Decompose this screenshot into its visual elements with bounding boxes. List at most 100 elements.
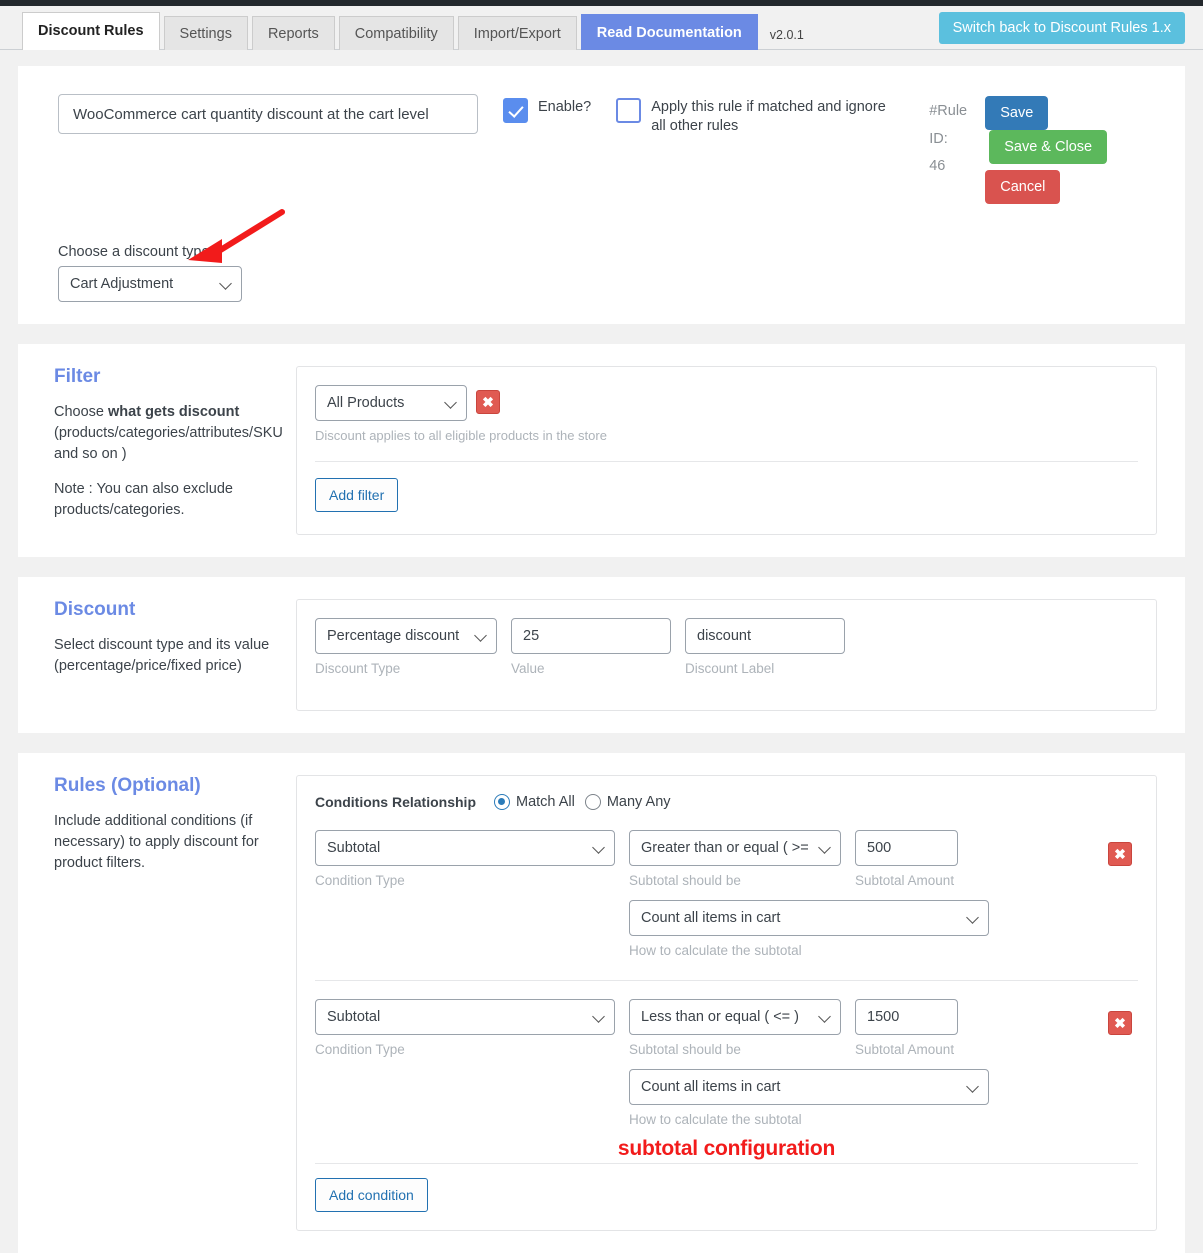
- rules-description: Include additional conditions (if necess…: [54, 813, 259, 872]
- discount-label-field: Discount Label: [685, 618, 845, 676]
- condition-calc-select-wrap[interactable]: Count all items in cart: [629, 1069, 989, 1106]
- condition-amount-field: Subtotal Amount: [855, 999, 958, 1057]
- remove-filter-icon[interactable]: ✖: [476, 390, 500, 414]
- discount-value-type-select[interactable]: Percentage discount: [315, 618, 497, 655]
- exclusive-checkbox[interactable]: [616, 98, 642, 123]
- filter-desc-bold: what gets discount: [108, 404, 240, 420]
- enable-checkbox-group[interactable]: Enable?: [503, 98, 591, 123]
- rule-id-value: 46: [929, 158, 946, 175]
- discount-label-sublabel: Discount Label: [685, 661, 775, 677]
- tab-import-export[interactable]: Import/Export: [457, 16, 577, 50]
- exclusive-checkbox-group[interactable]: Apply this rule if matched and ignore al…: [616, 98, 901, 136]
- condition-top-row: Subtotal Condition Type Less than or equ…: [315, 999, 1138, 1057]
- condition-type-select-wrap[interactable]: Subtotal: [315, 999, 615, 1036]
- condition-operator-sublabel: Subtotal should be: [629, 873, 741, 889]
- discount-section: Discount Select discount type and its va…: [36, 599, 1167, 712]
- discount-type-block: Choose a discount type Cart Adjustment: [58, 209, 1167, 302]
- filter-desc-post: (products/categories/attributes/SKU and …: [54, 425, 283, 463]
- radio-match-all-icon[interactable]: [494, 794, 510, 811]
- condition-operator-select-wrap[interactable]: Less than or equal ( <= ): [629, 999, 841, 1036]
- remove-condition-icon[interactable]: ✖: [1108, 1011, 1132, 1036]
- save-and-close-button[interactable]: Save & Close: [989, 130, 1108, 164]
- discount-title: Discount: [54, 599, 136, 621]
- condition-divider: [315, 980, 1138, 982]
- rule-header-card: Enable? Apply this rule if matched and i…: [18, 66, 1185, 324]
- rule-id-block: #Rule ID: 46: [929, 98, 985, 181]
- condition-type-field: Subtotal Condition Type: [315, 999, 615, 1057]
- discount-type-select-wrap[interactable]: Cart Adjustment: [58, 266, 242, 302]
- filter-select[interactable]: All Products: [315, 385, 467, 421]
- tab-label: Compatibility: [354, 26, 438, 42]
- enable-label: Enable?: [538, 99, 592, 115]
- cancel-button[interactable]: Cancel: [985, 170, 1061, 204]
- condition-calc-sublabel: How to calculate the subtotal: [629, 943, 802, 959]
- condition-amount-input[interactable]: [855, 830, 958, 867]
- condition-operator-field: Less than or equal ( <= ) Subtotal shoul…: [629, 999, 841, 1057]
- filter-description: Choose what gets discount (products/cate…: [54, 402, 283, 465]
- condition-type-select[interactable]: Subtotal: [315, 999, 615, 1036]
- filter-info: Filter Choose what gets discount (produc…: [36, 366, 283, 535]
- discount-row: Percentage discount Discount Type Value …: [315, 618, 1138, 676]
- radio-match-all[interactable]: Match All: [494, 794, 575, 811]
- condition-calc-select[interactable]: Count all items in cart: [629, 1069, 989, 1106]
- condition-calc-field: Count all items in cart How to calculate…: [629, 900, 1138, 958]
- tab-read-documentation[interactable]: Read Documentation: [580, 14, 758, 50]
- rules-title: Rules (Optional): [54, 775, 201, 797]
- switch-back-button[interactable]: Switch back to Discount Rules 1.x: [938, 12, 1185, 44]
- rules-card: Rules (Optional) Include additional cond…: [18, 753, 1185, 1253]
- condition-amount-sublabel: Subtotal Amount: [855, 1042, 955, 1058]
- tab-compatibility[interactable]: Compatibility: [338, 16, 454, 50]
- condition-amount-field: Subtotal Amount: [855, 830, 958, 888]
- rule-id-label: #Rule ID:: [929, 103, 968, 147]
- condition-operator-select[interactable]: Less than or equal ( <= ): [629, 999, 841, 1036]
- discount-card: Discount Select discount type and its va…: [18, 577, 1185, 734]
- condition-calc-field: Count all items in cart How to calculate…: [629, 1069, 1138, 1127]
- condition-calc-select-wrap[interactable]: Count all items in cart: [629, 900, 989, 937]
- condition-type-select-wrap[interactable]: Subtotal: [315, 830, 615, 867]
- filter-card: Filter Choose what gets discount (produc…: [18, 344, 1185, 558]
- condition-type-select[interactable]: Subtotal: [315, 830, 615, 867]
- discount-label-input[interactable]: [685, 618, 845, 655]
- condition-operator-select-wrap[interactable]: Greater than or equal ( >= ): [629, 830, 841, 867]
- filter-select-wrap[interactable]: All Products: [315, 385, 467, 421]
- rules-info: Rules (Optional) Include additional cond…: [36, 775, 276, 1231]
- tab-label: Discount Rules: [38, 23, 144, 39]
- tab-label: Settings: [179, 26, 232, 42]
- filter-desc-pre: Choose: [54, 404, 109, 420]
- filter-title: Filter: [54, 366, 101, 387]
- save-button[interactable]: Save: [985, 96, 1049, 130]
- condition-row: Subtotal Condition Type Less than or equ…: [315, 999, 1138, 1127]
- discount-description: Select discount type and its value (perc…: [54, 637, 270, 675]
- tab-reports[interactable]: Reports: [251, 16, 335, 50]
- radio-many-any-label: Many Any: [606, 794, 671, 811]
- version-text: v2.0.1: [769, 28, 804, 42]
- condition-row: Subtotal Condition Type Greater than or …: [315, 830, 1138, 958]
- tab-settings[interactable]: Settings: [163, 16, 248, 50]
- condition-operator-sublabel: Subtotal should be: [629, 1042, 741, 1058]
- discount-type-sublabel: Discount Type: [315, 661, 401, 677]
- condition-calc-select[interactable]: Count all items in cart: [629, 900, 989, 937]
- radio-many-any-icon[interactable]: [584, 794, 601, 811]
- add-filter-button[interactable]: Add filter: [315, 478, 399, 512]
- condition-amount-sublabel: Subtotal Amount: [855, 873, 955, 889]
- condition-operator-select[interactable]: Greater than or equal ( >= ): [629, 830, 841, 867]
- subtotal-configuration-annotation: subtotal configuration: [617, 1137, 836, 1161]
- discount-value-input[interactable]: [511, 618, 671, 655]
- remove-condition-icon[interactable]: ✖: [1108, 842, 1132, 867]
- add-condition-button[interactable]: Add condition: [315, 1178, 428, 1213]
- enable-checkbox[interactable]: [503, 98, 528, 123]
- filter-hint: Discount applies to all eligible product…: [315, 428, 607, 443]
- filter-section: Filter Choose what gets discount (produc…: [36, 366, 1167, 536]
- rule-name-input[interactable]: [58, 94, 478, 134]
- tab-label: Read Documentation: [596, 25, 742, 41]
- discount-type-select-wrap-2[interactable]: Percentage discount: [315, 618, 497, 655]
- radio-many-any[interactable]: Many Any: [584, 794, 671, 811]
- page-content: Enable? Apply this rule if matched and i…: [0, 50, 1203, 1253]
- discount-amount-field: Value: [511, 618, 671, 676]
- filter-row: All Products ✖: [315, 385, 1138, 421]
- discount-type-select[interactable]: Cart Adjustment: [58, 266, 242, 302]
- discount-type-label: Choose a discount type: [58, 244, 210, 260]
- condition-amount-input[interactable]: [855, 999, 958, 1036]
- tab-discount-rules[interactable]: Discount Rules: [22, 12, 160, 50]
- conditions-relationship-label: Conditions Relationship: [315, 794, 476, 811]
